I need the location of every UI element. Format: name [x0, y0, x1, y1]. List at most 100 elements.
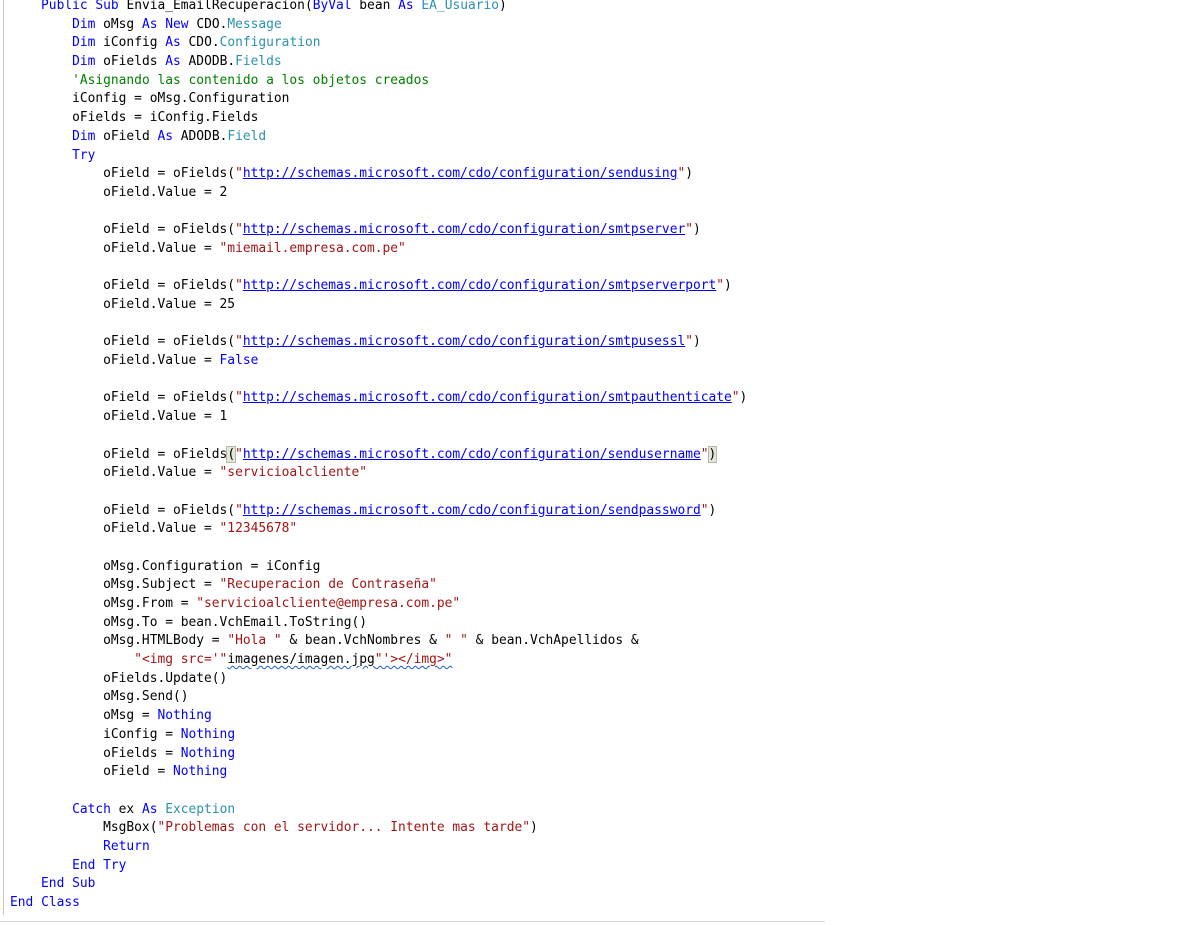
url-link[interactable]: http://schemas.microsoft.com/cdo/configu… [243, 447, 701, 462]
string-token: " [235, 446, 243, 462]
keyword-token: As [165, 54, 181, 70]
code-line[interactable]: oField = oFields("http://schemas.microso… [10, 277, 747, 296]
code-line[interactable]: oField.Value = 2 [10, 184, 747, 203]
url-link[interactable]: http://schemas.microsoft.com/cdo/configu… [243, 278, 716, 293]
code-text-area[interactable]: Public Sub Envia_EmailRecuperacion(ByVal… [10, 0, 747, 913]
code-line[interactable]: Dim iConfig As CDO.Configuration [10, 34, 747, 53]
keyword-token: Dim [72, 54, 96, 70]
code-line[interactable] [10, 371, 747, 390]
code-line[interactable]: oField.Value = False [10, 352, 747, 371]
spellcheck-squiggle: imagenes/imagen.jpg [227, 652, 375, 668]
string-token: "Recuperacion de Contraseña" [219, 577, 437, 593]
string-token: "<img src='" [134, 652, 228, 668]
code-line[interactable]: oFields = iConfig.Fields [10, 109, 747, 128]
code-line[interactable]: Dim oMsg As New CDO.Message [10, 16, 747, 35]
code-token: oField = oFields( [10, 278, 236, 294]
code-token: oMsg.Subject = [10, 577, 220, 593]
code-line[interactable] [10, 782, 747, 801]
code-line[interactable]: Try [10, 147, 747, 166]
code-line[interactable]: oMsg.To = bean.VchEmail.ToString() [10, 614, 747, 633]
code-line[interactable] [10, 427, 747, 446]
code-line[interactable]: Return [10, 838, 747, 857]
code-token: ) [708, 502, 717, 518]
code-token: ADODB. [180, 54, 236, 70]
code-line[interactable]: End Class [10, 894, 747, 913]
url-link[interactable]: http://schemas.microsoft.com/cdo/configu… [243, 166, 678, 181]
string-token: " " [444, 633, 468, 649]
code-line[interactable]: oField = oFields("http://schemas.microso… [10, 445, 747, 465]
code-line[interactable]: End Sub [10, 875, 747, 894]
code-line[interactable]: oField.Value = 1 [10, 408, 747, 427]
code-line[interactable]: Public Sub Envia_EmailRecuperacion(ByVal… [10, 0, 747, 16]
code-line[interactable]: End Try [10, 857, 747, 876]
string-token: "servicioalcliente@empresa.com.pe" [196, 596, 461, 611]
code-line[interactable] [10, 315, 747, 334]
code-line[interactable]: Dim oFields As ADODB.Fields [10, 53, 747, 72]
code-line[interactable]: oField = oFields("http://schemas.microso… [10, 221, 747, 240]
url-link[interactable]: http://schemas.microsoft.com/cdo/configu… [243, 222, 685, 237]
code-line[interactable]: oField.Value = "servicioalcliente" [10, 464, 747, 483]
string-token: " [235, 334, 243, 350]
code-line[interactable]: oField = oFields("http://schemas.microso… [10, 502, 747, 521]
code-token: oField = oFields( [10, 334, 236, 350]
url-link[interactable]: http://schemas.microsoft.com/cdo/configu… [243, 390, 732, 405]
url-link[interactable]: http://schemas.microsoft.com/cdo/configu… [243, 334, 685, 349]
code-line[interactable]: oMsg.Subject = "Recuperacion de Contrase… [10, 576, 747, 595]
code-editor[interactable]: Public Sub Envia_EmailRecuperacion(ByVal… [0, 0, 1180, 925]
keyword-token: Return [103, 838, 150, 854]
code-token: oMsg.Send() [10, 689, 189, 705]
keyword-token: Dim [72, 35, 96, 51]
keyword-token: End [72, 857, 96, 873]
keyword-token: End [10, 895, 34, 910]
code-line[interactable]: Dim oField As ADODB.Field [10, 128, 747, 147]
url-link[interactable]: http://schemas.microsoft.com/cdo/configu… [243, 503, 701, 518]
code-line[interactable]: MsgBox("Problemas con el servidor... Int… [10, 819, 747, 838]
keyword-token: Sub [95, 0, 119, 13]
code-line[interactable]: oFields.Update() [10, 670, 747, 689]
code-line[interactable]: oField.Value = "miemail.empresa.com.pe" [10, 240, 747, 259]
code-line[interactable]: oMsg.Send() [10, 688, 747, 707]
code-token: & bean.VchNombres & [281, 633, 445, 649]
code-token: iConfig [95, 35, 166, 51]
code-line[interactable]: oMsg.HTMLBody = "Hola " & bean.VchNombre… [10, 632, 747, 651]
code-line[interactable]: "<img src='"imagenes/imagen.jpg"'></img>… [10, 651, 747, 670]
type-token: Exception [165, 801, 236, 817]
code-token: oField.Value = 2 [10, 184, 228, 200]
code-token: oField.Value = [10, 465, 220, 481]
code-line[interactable]: oMsg = Nothing [10, 707, 747, 726]
code-line[interactable]: oMsg.From = "servicioalcliente@empresa.c… [10, 595, 747, 614]
code-line[interactable] [10, 539, 747, 558]
code-line[interactable]: Catch ex As Exception [10, 801, 747, 820]
code-token: oField.Value = [10, 240, 220, 256]
code-line[interactable]: oFields = Nothing [10, 745, 747, 764]
code-line[interactable]: oField = oFields("http://schemas.microso… [10, 165, 747, 184]
code-line[interactable]: oField.Value = "12345678" [10, 520, 747, 539]
code-token: oField = oFields( [10, 166, 236, 182]
code-line[interactable]: iConfig = oMsg.Configuration [10, 90, 747, 109]
code-line[interactable] [10, 259, 747, 278]
code-token: ) [724, 278, 732, 294]
keyword-token: Nothing [180, 745, 236, 761]
code-line[interactable] [10, 203, 747, 222]
code-token: ex [110, 801, 142, 817]
code-line[interactable]: 'Asignando las contenido a los objetos c… [10, 72, 747, 91]
code-line[interactable]: oField = oFields("http://schemas.microso… [10, 333, 747, 352]
string-token: " [235, 278, 243, 294]
keyword-token: Try [72, 147, 96, 163]
code-line[interactable] [10, 483, 747, 502]
code-token: ADODB. [173, 128, 228, 144]
keyword-token: Public [41, 0, 88, 13]
code-line[interactable]: oField = Nothing [10, 763, 747, 782]
code-line[interactable]: oMsg.Configuration = iConfig [10, 558, 747, 577]
code-line[interactable]: oField.Value = 25 [10, 296, 747, 315]
code-token: MsgBox( [10, 820, 158, 836]
code-line[interactable]: oField = oFields("http://schemas.microso… [10, 389, 747, 408]
code-line[interactable]: iConfig = Nothing [10, 726, 747, 745]
